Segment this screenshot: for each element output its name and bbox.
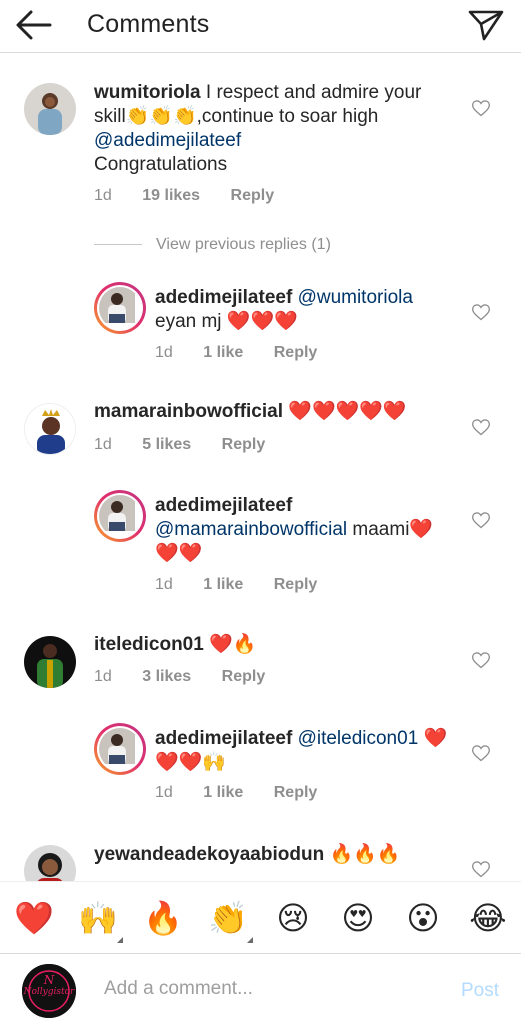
comment-username[interactable]: mamarainbowofficial <box>94 401 283 422</box>
comment-text: wumitoriola I respect and admire your sk… <box>94 82 422 175</box>
likes-count[interactable]: 1 like <box>203 784 243 802</box>
view-previous-replies[interactable]: View previous replies (1) <box>94 236 331 254</box>
likes-count[interactable]: 1 like <box>203 344 243 362</box>
variant-caret <box>117 937 123 943</box>
divider-line <box>94 244 142 246</box>
arrow-left-icon[interactable] <box>14 8 54 42</box>
comment-username[interactable]: yewandeadekoyaabiodun <box>94 844 324 865</box>
comment-time: 1d <box>94 436 112 453</box>
page-title: Comments <box>87 10 210 38</box>
avatar[interactable] <box>24 636 76 688</box>
comment-text: adedimejilateef @wumitoriola eyan mj ❤️❤… <box>155 287 413 332</box>
reply-button[interactable]: Reply <box>274 576 318 594</box>
avatar[interactable] <box>94 282 146 334</box>
emoji: 🔥🔥🔥 <box>329 844 401 865</box>
comment-text: iteledicon01 ❤️🔥 <box>94 633 454 657</box>
comment-text: adedimejilateef @iteledicon01 ❤️ ❤️❤️🙌 <box>155 727 455 775</box>
reaction-crying[interactable]: 😢 <box>273 898 313 938</box>
comments-list: wumitoriola I respect and admire your sk… <box>0 53 521 881</box>
comment-meta: 1d 5 likes Reply <box>94 436 265 454</box>
reaction-raising-hands[interactable]: 🙌 <box>78 898 118 938</box>
reaction-heart[interactable]: ❤️ <box>14 898 54 938</box>
likes-count[interactable]: 19 likes <box>142 187 200 205</box>
svg-text:Nollygistor: Nollygistor <box>23 987 75 997</box>
variant-caret <box>247 937 253 943</box>
comment-composer: Nollygistor N Add a comment... Post <box>0 953 521 1025</box>
reaction-heart-eyes[interactable]: 😍 <box>338 898 378 938</box>
reply-button[interactable]: Reply <box>231 187 275 205</box>
comment-time: 1d <box>155 784 173 801</box>
heart-outline-icon[interactable] <box>471 417 491 437</box>
emoji: ❤️❤️❤️ <box>226 311 298 332</box>
comment-username[interactable]: adedimejilateef <box>155 495 292 516</box>
current-user-avatar[interactable]: Nollygistor N <box>22 964 76 1018</box>
reply-button[interactable]: Reply <box>222 668 266 686</box>
mention-link[interactable]: @mamarainbowofficial <box>155 519 347 540</box>
reaction-clapping-hands[interactable]: 👏 <box>208 898 248 938</box>
reply-button[interactable]: Reply <box>274 344 318 362</box>
comment-text: mamarainbowofficial ❤️❤️❤️❤️❤️ <box>94 400 454 424</box>
comment-time: 1d <box>94 187 112 204</box>
comment-text: yewandeadekoyaabiodun 🔥🔥🔥 <box>94 843 454 867</box>
comment-meta: 1d 1 like Reply <box>155 784 317 802</box>
svg-text:N: N <box>43 973 55 987</box>
comment-username[interactable]: adedimejilateef <box>155 728 292 749</box>
mention-link[interactable]: @iteledicon01 <box>298 728 419 749</box>
heart-outline-icon[interactable] <box>471 743 491 763</box>
emoji: ❤️❤️ <box>155 543 203 564</box>
comment-meta: 1d 1 like Reply <box>155 576 317 594</box>
heart-outline-icon[interactable] <box>471 510 491 530</box>
likes-count[interactable]: 5 likes <box>142 436 191 454</box>
likes-count[interactable]: 1 like <box>203 576 243 594</box>
comment-meta: 1d 1 like Reply <box>155 344 317 362</box>
emoji: ❤️ <box>409 519 434 540</box>
comment-text: adedimejilateef @mamarainbowofficial maa… <box>155 495 434 564</box>
comment-username[interactable]: wumitoriola <box>94 82 201 103</box>
comment-username[interactable]: iteledicon01 <box>94 634 204 655</box>
comment-time: 1d <box>94 668 112 685</box>
avatar[interactable] <box>24 403 76 455</box>
comment-time: 1d <box>155 576 173 593</box>
reply-button[interactable]: Reply <box>274 784 318 802</box>
reply-button[interactable]: Reply <box>222 436 266 454</box>
heart-outline-icon[interactable] <box>471 859 491 879</box>
paper-plane-icon[interactable] <box>467 6 505 44</box>
comment-time: 1d <box>155 344 173 361</box>
emoji: ❤️❤️❤️❤️❤️ <box>288 401 407 422</box>
emoji: ❤️❤️🙌 <box>155 752 226 773</box>
avatar[interactable] <box>24 845 76 881</box>
reaction-laughing[interactable]: 😂 <box>468 898 508 938</box>
reaction-fire[interactable]: 🔥 <box>143 898 183 938</box>
heart-outline-icon[interactable] <box>471 650 491 670</box>
comment-meta: 1d 3 likes Reply <box>94 668 265 686</box>
avatar[interactable] <box>94 490 146 542</box>
emoji: ❤️🔥 <box>209 634 257 655</box>
reaction-surprised[interactable]: 😮 <box>403 898 443 938</box>
heart-outline-icon[interactable] <box>471 302 491 322</box>
comment-meta: 1d 19 likes Reply <box>94 187 274 205</box>
heart-outline-icon[interactable] <box>471 98 491 118</box>
avatar[interactable] <box>94 723 146 775</box>
likes-count[interactable]: 3 likes <box>142 668 191 686</box>
mention-link[interactable]: @wumitoriola <box>298 287 413 308</box>
comment-username[interactable]: adedimejilateef <box>155 287 292 308</box>
post-button[interactable]: Post <box>461 980 499 1002</box>
comment-input[interactable]: Add a comment... <box>104 978 253 1000</box>
emoji: 👏👏👏 <box>125 106 197 127</box>
mention-link[interactable]: @adedimejilateef <box>94 130 241 151</box>
emoji: ❤️ <box>423 728 448 749</box>
top-bar: Comments <box>0 0 521 53</box>
avatar[interactable] <box>24 83 76 135</box>
quick-reactions-bar: ❤️ 🙌 🔥 👏 😢 😍 😮 😂 <box>0 881 521 954</box>
nollygistor-logo: Nollygistor N <box>22 964 76 1018</box>
